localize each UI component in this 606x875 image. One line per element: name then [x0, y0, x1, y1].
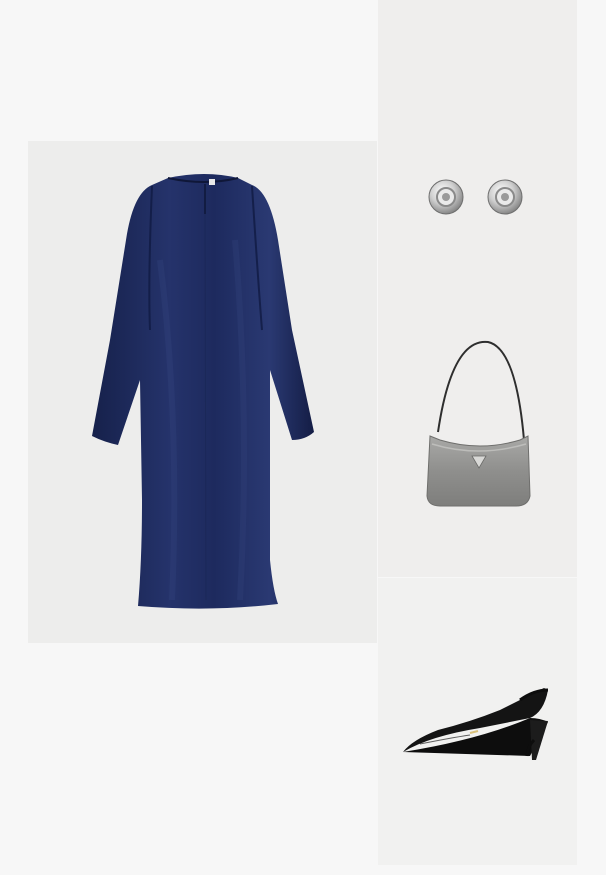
- shoes-image[interactable]: [403, 688, 549, 760]
- dress-image[interactable]: [92, 174, 314, 609]
- outfit-illustration: [92, 174, 549, 760]
- earrings-image[interactable]: [428, 179, 523, 215]
- handbag-image[interactable]: [426, 340, 531, 507]
